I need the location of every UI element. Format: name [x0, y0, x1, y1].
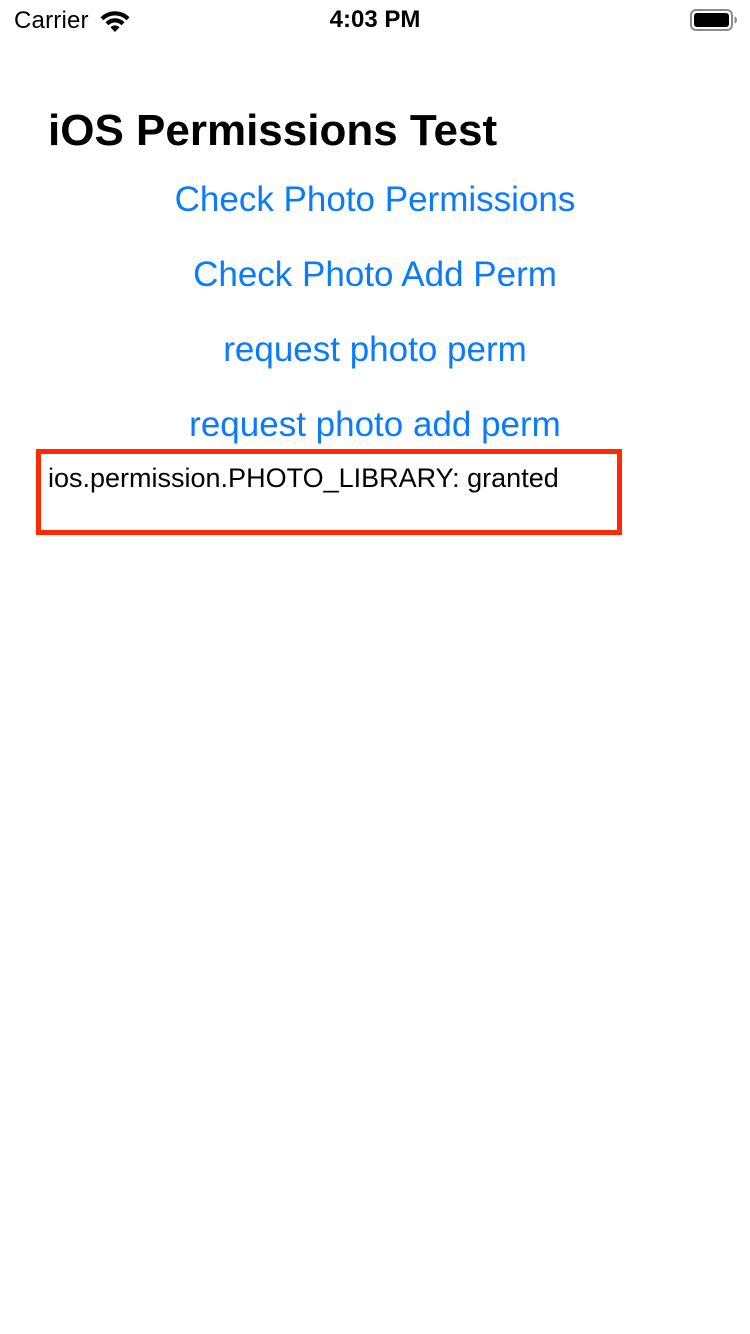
page-title: iOS Permissions Test — [48, 106, 498, 155]
status-bar: Carrier 4:03 PM — [0, 0, 750, 40]
app-screen: Carrier 4:03 PM iOS Permissions Test Che… — [0, 0, 750, 1334]
check-photo-add-perm-button[interactable]: Check Photo Add Perm — [0, 255, 750, 295]
permission-result-text: ios.permission.PHOTO_LIBRARY: granted — [48, 463, 559, 493]
request-photo-perm-button[interactable]: request photo perm — [0, 330, 750, 370]
status-time: 4:03 PM — [329, 6, 421, 33]
check-photo-permissions-button[interactable]: Check Photo Permissions — [0, 180, 750, 220]
battery-full-icon — [690, 9, 738, 31]
request-photo-add-perm-button[interactable]: request photo add perm — [0, 405, 750, 445]
